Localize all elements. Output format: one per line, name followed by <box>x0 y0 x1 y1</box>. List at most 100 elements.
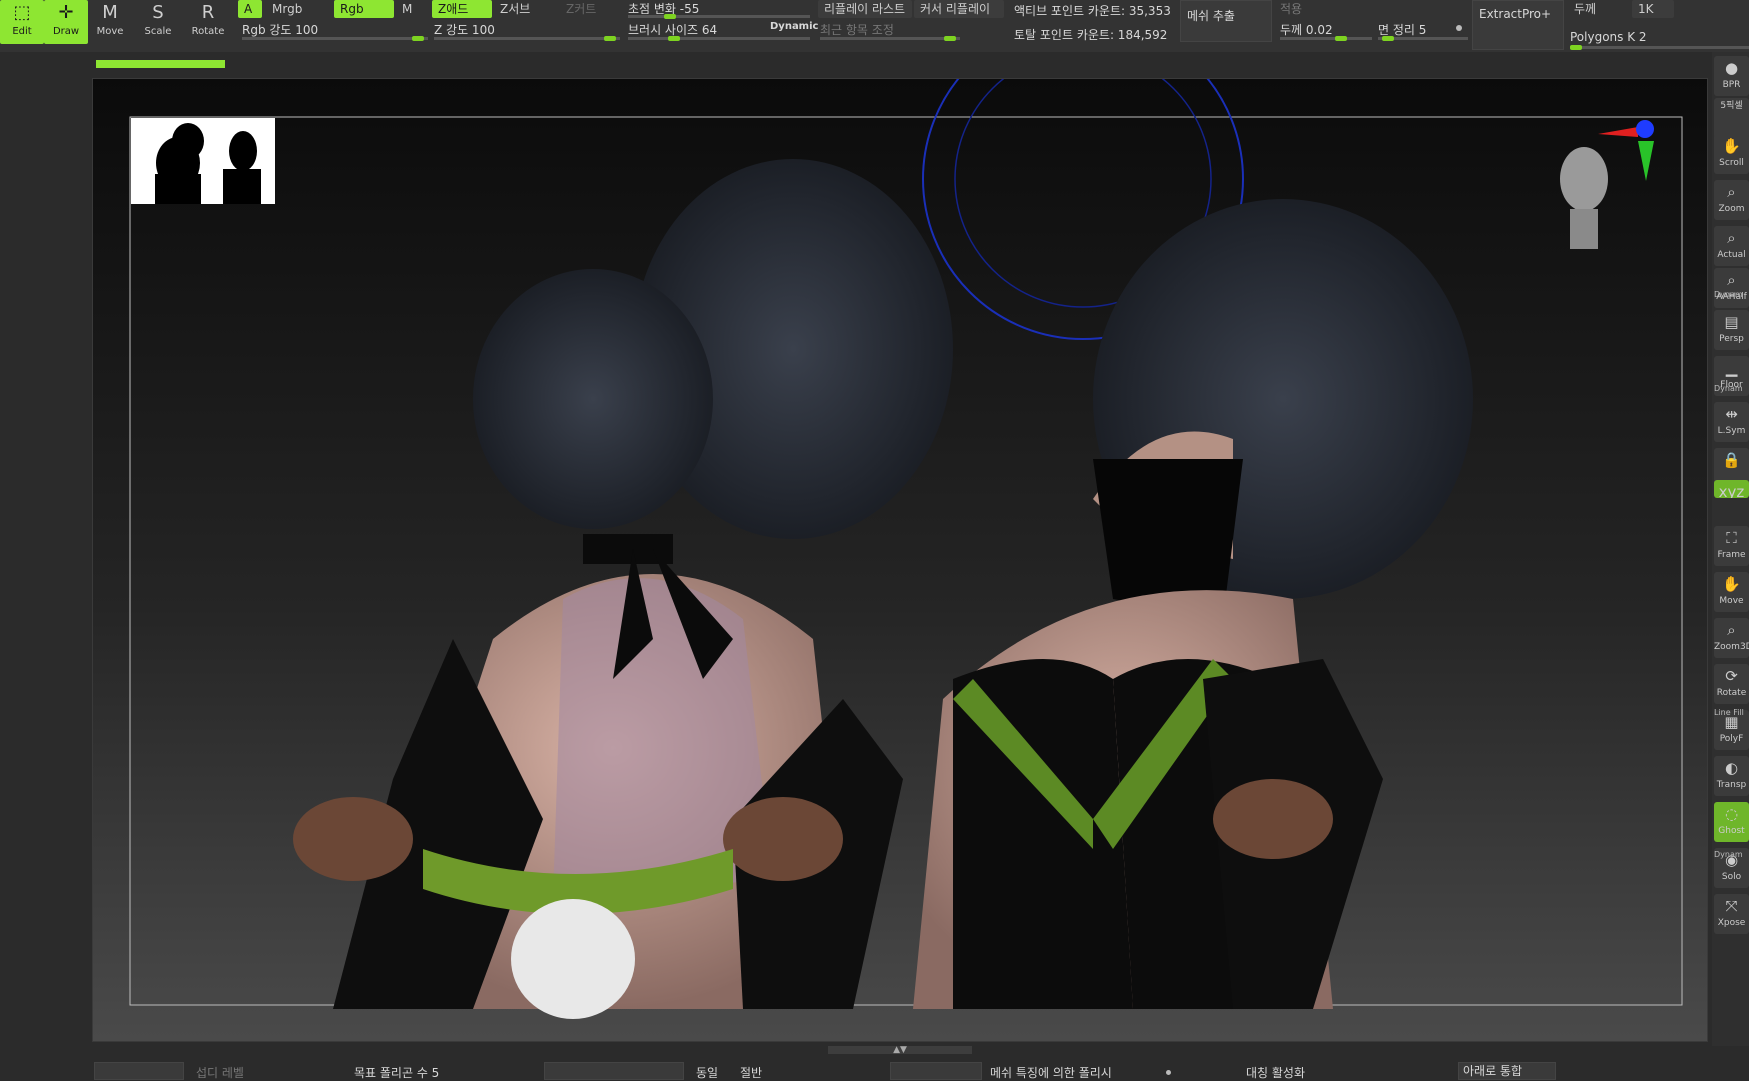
shelf-button-rotate[interactable]: ⟳ Rotate <box>1714 664 1749 704</box>
hand-icon: ✋ <box>1722 575 1741 593</box>
cursor-replay-button[interactable]: 커서 리플레이 <box>914 0 1004 18</box>
replay-last-button[interactable]: 리플레이 라스트 <box>818 0 912 18</box>
shelf-label: Xpose <box>1717 918 1746 928</box>
zoom-icon: ⌕ <box>1727 621 1736 639</box>
a-toggle[interactable]: A <box>238 0 262 18</box>
shelf-button-transp[interactable]: ◐ Transp <box>1714 756 1749 796</box>
progress-bar <box>96 60 1712 68</box>
same-button[interactable]: 동일 <box>696 1064 718 1081</box>
zsub-toggle[interactable]: Z서브 <box>494 0 554 18</box>
shelf-button-xyz[interactable]: xyzXyz <box>1714 480 1749 498</box>
draw-icon: ✛ <box>58 2 74 23</box>
bottom-bar: ▲▼ 섭디 레벨 목표 폴리곤 수 5 동일 절반 메쉬 특징에 의한 폴리시 … <box>0 1046 1749 1080</box>
half-button[interactable]: 절반 <box>740 1064 762 1081</box>
rgb-intensity-slider[interactable] <box>242 36 428 41</box>
m-toggle[interactable]: M <box>396 0 422 18</box>
shelf-button-frame[interactable]: ⛶ Frame <box>1714 526 1749 566</box>
merge-down-button[interactable]: 아래로 통합 <box>1458 1062 1556 1080</box>
zoom-icon: ⌕ <box>1727 229 1736 247</box>
move-icon: M <box>102 2 118 23</box>
polish-indicator-dot <box>1166 1070 1171 1075</box>
edit-label: Edit <box>12 26 32 37</box>
shelf-button-xpose[interactable]: ⤧ Xpose <box>1714 894 1749 934</box>
rgb-toggle[interactable]: Rgb <box>334 0 394 18</box>
symmetry-toggle[interactable]: 대칭 활성화 <box>1246 1064 1305 1081</box>
frame-icon: ⛶ <box>1726 529 1737 547</box>
shelf-button-ghost[interactable]: ◌ Ghost <box>1714 802 1749 842</box>
scale-tool-button[interactable]: S Scale <box>136 0 180 44</box>
shelf-button-scroll[interactable]: ✋ Scroll <box>1714 134 1749 174</box>
shelf-button-5픽셀[interactable]: 5픽셀 <box>1714 98 1749 138</box>
shelf-label: Scroll <box>1719 158 1744 168</box>
polygons-slider[interactable] <box>1570 45 1749 50</box>
mesh-extract-button[interactable]: 메쉬 추출 <box>1180 0 1272 42</box>
zcut-toggle[interactable]: Z커트 <box>560 0 620 18</box>
draw-tool-button[interactable]: ✛ Draw <box>44 0 88 44</box>
shelf-label: Rotate <box>1716 688 1747 698</box>
target-polygon-label[interactable]: 목표 폴리곤 수 5 <box>354 1064 439 1081</box>
extractpro-button[interactable]: ExtractPro+ <box>1472 0 1564 50</box>
shelf-label: PolyF <box>1719 734 1744 744</box>
recent-adjust-label[interactable]: 최근 항목 조정 <box>820 21 894 38</box>
z-intensity-label[interactable]: Z 강도 100 <box>434 21 495 38</box>
document-canvas[interactable] <box>92 78 1708 1042</box>
transp-icon: ◐ <box>1724 759 1739 777</box>
recent-adjust-slider[interactable] <box>820 36 960 41</box>
mrgb-toggle[interactable]: Mrgb <box>266 0 326 18</box>
subdiv-button[interactable] <box>94 1062 184 1080</box>
z-intensity-slider[interactable] <box>434 36 620 41</box>
shelf-button-move[interactable]: ✋ Move <box>1714 572 1749 612</box>
move-tool-button[interactable]: M Move <box>88 0 132 44</box>
zoom-icon: ⌕ <box>1727 183 1736 201</box>
resolution-button[interactable]: 1K <box>1632 0 1674 18</box>
rotate-icon: ⟳ <box>1725 667 1738 685</box>
edit-icon: ⬚ <box>13 2 31 23</box>
smooth-slider[interactable] <box>1378 36 1468 41</box>
dynamic-toggle[interactable]: Dynamic <box>770 21 818 32</box>
shelf-label: Frame <box>1717 550 1746 560</box>
apply-button[interactable]: 적용 <box>1280 0 1302 17</box>
shelf-label: L.Sym <box>1717 426 1746 436</box>
progress-fill <box>96 60 226 68</box>
subdiv-label[interactable]: 섭디 레벨 <box>196 1064 244 1081</box>
shelf-section-header: Dynam <box>1714 850 1743 859</box>
shelf-button-zoom3d[interactable]: ⌕ Zoom3D <box>1714 618 1749 658</box>
shelf-button-aahalf[interactable]: ⌕ AAHalf <box>1714 268 1749 308</box>
move-label: Move <box>96 26 124 37</box>
shelf-label: 5픽셀 <box>1720 101 1743 111</box>
total-points-count: 토탈 포인트 카운트: 184,592 <box>1014 28 1168 42</box>
scale-label: Scale <box>144 26 172 37</box>
shelf-button-zoom[interactable]: ⌕ Zoom <box>1714 180 1749 220</box>
polish-by-features-toggle[interactable]: 메쉬 특징에 의한 폴리시 <box>990 1064 1112 1081</box>
silhouette-thumbnail <box>131 118 275 204</box>
rotate-label: Rotate <box>191 26 225 37</box>
shelf-section-header: Line Fill <box>1714 708 1744 717</box>
top-toolbar: ⬚ Edit ✛ Draw M Move S Scale R Rotate A … <box>0 0 1749 52</box>
viewport-render[interactable] <box>93 79 1707 1041</box>
shelf-button-persp[interactable]: ▤ Persp <box>1714 310 1749 350</box>
edit-tool-button[interactable]: ⬚ Edit <box>0 0 44 44</box>
xyz-icon: xyz <box>1718 483 1745 498</box>
shelf-label: Transp <box>1716 780 1747 790</box>
draw-size-slider[interactable] <box>628 36 810 41</box>
hand-icon: ✋ <box>1722 137 1741 155</box>
polish-field[interactable] <box>890 1062 982 1080</box>
thickness-slider[interactable] <box>1280 36 1372 41</box>
shelf-button-bpr[interactable]: ● BPR <box>1714 56 1749 96</box>
polygons-label[interactable]: Polygons K 2 <box>1570 30 1647 44</box>
draw-label: Draw <box>52 26 80 37</box>
focal-shift-slider[interactable] <box>628 14 810 19</box>
shelf-button-actual[interactable]: ⌕ Actual <box>1714 226 1749 266</box>
lsym-icon: ⇹ <box>1725 405 1738 423</box>
collapse-tray-handle[interactable]: ▲▼ <box>828 1046 972 1055</box>
zadd-toggle[interactable]: Z애드 <box>432 0 492 18</box>
scale-icon: S <box>152 2 164 23</box>
rotate-tool-button[interactable]: R Rotate <box>186 0 230 44</box>
rgb-intensity-label[interactable]: Rgb 강도 100 <box>242 21 318 38</box>
smooth-indicator-dot <box>1456 25 1462 31</box>
target-polygon-field[interactable] <box>544 1062 684 1080</box>
ghost-icon: ◌ <box>1724 805 1739 823</box>
thickness-label[interactable]: 두께 0.02 <box>1280 21 1333 38</box>
shelf-section-header: Dynam <box>1714 384 1743 393</box>
shelf-button-l-sym[interactable]: ⇹ L.Sym <box>1714 402 1749 442</box>
